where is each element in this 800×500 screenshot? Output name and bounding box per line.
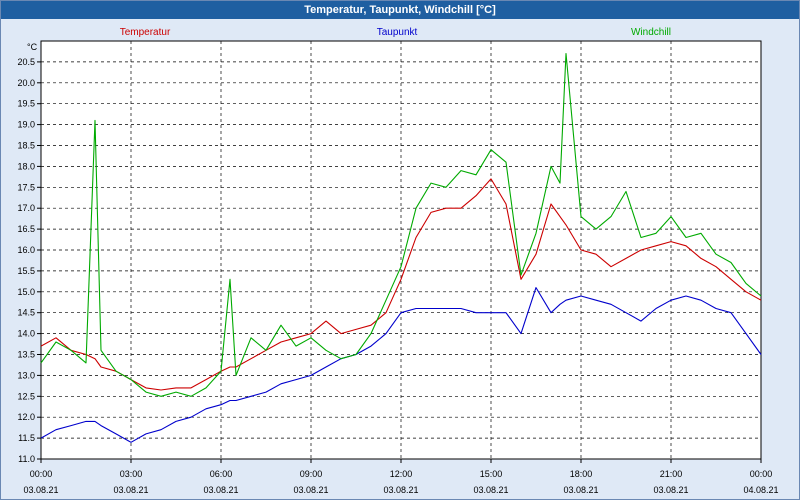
chart-canvas: 11.0 11.5 12.0 12.5 13.0 13.5 14.0 14.5 15.0 15.5…	[17, 27, 779, 495]
y-tick-label: 16.0	[17, 245, 35, 255]
y-tick-label: 17.5	[17, 182, 35, 192]
x-tick-date-label: 03.08.21	[23, 485, 58, 495]
x-tick-date-label: 03.08.21	[383, 485, 418, 495]
x-tick-time-label: 09:00	[300, 469, 323, 479]
y-tick-label: 16.5	[17, 224, 35, 234]
y-tick-label: 19.5	[17, 99, 35, 109]
x-tick-time-label: 00:00	[30, 469, 53, 479]
y-tick-label: 11.0	[18, 454, 35, 464]
y-tick-label: 15.5	[17, 266, 35, 276]
legend-windchill: Windchill	[631, 27, 671, 38]
x-tick-time-label: 03:00	[120, 469, 143, 479]
x-tick-time-label: 21:00	[660, 469, 683, 479]
x-tick-time-label: 12:00	[390, 469, 413, 479]
x-tick-date-label: 03.08.21	[293, 485, 328, 495]
y-tick-label: 13.0	[17, 370, 35, 380]
chart-window: Temperatur, Taupunkt, Windchill [°C] 11.…	[0, 0, 800, 500]
y-tick-label: 11.5	[18, 433, 35, 443]
y-tick-label: 19.0	[17, 120, 35, 130]
x-tick-time-label: 18:00	[570, 469, 593, 479]
y-tick-label: 18.0	[17, 161, 35, 171]
x-tick-date-label: 04.08.21	[743, 485, 778, 495]
y-tick-label: 18.5	[17, 141, 35, 151]
y-tick-label: 17.0	[17, 203, 35, 213]
x-tick-date-label: 03.08.21	[563, 485, 598, 495]
y-tick-label: 20.5	[17, 57, 35, 67]
y-tick-label: 12.0	[17, 412, 35, 422]
x-tick-date-label: 03.08.21	[113, 485, 148, 495]
x-tick-time-label: 06:00	[210, 469, 233, 479]
legend-temperatur: Temperatur	[120, 27, 171, 38]
y-tick-label: 12.5	[17, 391, 35, 401]
y-tick-label: 13.5	[17, 350, 35, 360]
x-tick-time-label: 00:00	[750, 469, 773, 479]
y-tick-label: 20.0	[17, 78, 35, 88]
y-tick-label: 14.5	[17, 308, 35, 318]
x-tick-date-label: 03.08.21	[473, 485, 508, 495]
x-tick-time-label: 15:00	[480, 469, 503, 479]
y-tick-label: 14.0	[17, 329, 35, 339]
y-tick-label: 15.0	[17, 287, 35, 297]
legend-taupunkt: Taupunkt	[377, 27, 418, 38]
y-axis-unit-label: °C	[27, 42, 38, 52]
x-axis-ticks: 00:00 03.08.21 03:00 03.08.21 06:00 03.08.21 0…	[23, 459, 779, 495]
y-axis-ticks: 11.0 11.5 12.0 12.5 13.0 13.5 14.0 14.5 15.0 15.5…	[17, 57, 41, 464]
gridlines	[41, 41, 761, 459]
x-tick-date-label: 03.08.21	[203, 485, 238, 495]
x-tick-date-label: 03.08.21	[653, 485, 688, 495]
